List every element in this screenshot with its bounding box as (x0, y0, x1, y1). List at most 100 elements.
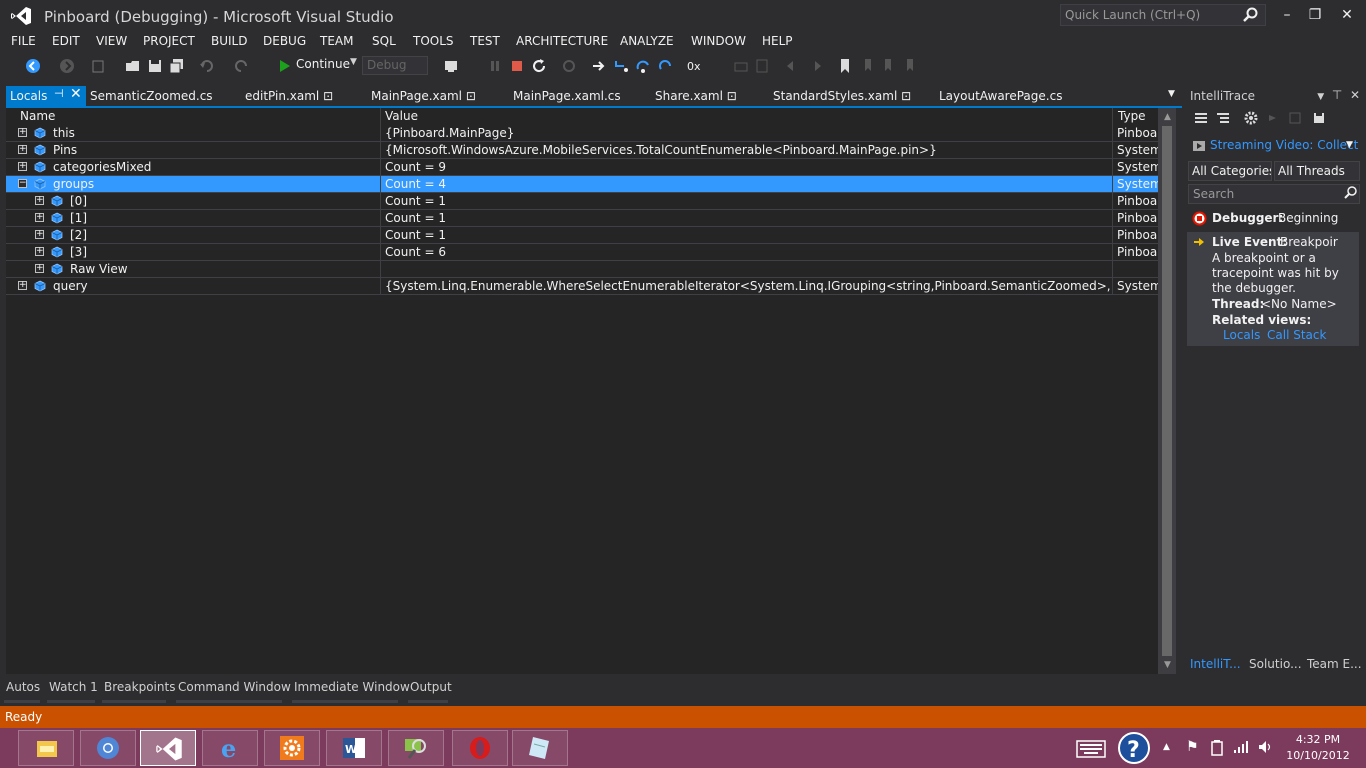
locals-row[interactable]: + categoriesMixed Count = 9 System.Collecti… (6, 159, 1164, 176)
menu-build[interactable]: BUILD (211, 34, 247, 48)
battery-icon[interactable] (1210, 740, 1224, 756)
scrollbar-thumb[interactable] (1162, 126, 1172, 656)
column-header-value[interactable]: Value (385, 109, 418, 123)
restart-icon[interactable] (530, 57, 548, 75)
intellitrace-search-input[interactable]: Search (1188, 184, 1360, 204)
variable-value[interactable]: {System.Linq.Enumerable.WhereSelectEnume… (385, 279, 1111, 293)
undo-icon[interactable] (198, 57, 216, 75)
scroll-up-icon[interactable]: ▲ (1164, 112, 1171, 122)
locals-row[interactable]: + [0] Count = 1 Pinboard.SemanticZoomed (6, 193, 1164, 210)
step-over-icon[interactable] (634, 57, 652, 75)
tab-command-window[interactable]: Command Window (178, 680, 291, 694)
column-header-name[interactable]: Name (20, 109, 55, 123)
prev-bookmark-icon[interactable] (858, 57, 876, 75)
expand-icon[interactable]: + (35, 196, 44, 205)
variable-value[interactable]: Count = 6 (385, 245, 1111, 259)
tab-immediate-window[interactable]: Immediate Window (294, 680, 410, 694)
navigate-forward-icon[interactable] (58, 57, 76, 75)
tab-editpin-xaml[interactable]: editPin.xaml ⊡ (241, 86, 367, 106)
menu-view[interactable]: VIEW (96, 34, 127, 48)
tab-solution-explorer[interactable]: Solutio... (1249, 657, 1302, 671)
gear-icon[interactable] (1244, 111, 1258, 125)
keyboard-icon[interactable] (1076, 740, 1106, 758)
tab-watch-1[interactable]: Watch 1 (49, 680, 98, 694)
comment-icon[interactable] (784, 57, 802, 75)
menu-edit[interactable]: EDIT (52, 34, 80, 48)
expand-icon[interactable]: + (35, 247, 44, 256)
scroll-down-icon[interactable]: ▼ (1164, 660, 1171, 670)
stack-icon[interactable] (754, 57, 772, 75)
expand-icon[interactable]: + (35, 230, 44, 239)
tab-semanticzoomed-cs[interactable]: SemanticZoomed.cs (86, 86, 241, 106)
redo-icon[interactable] (232, 57, 250, 75)
forward-icon[interactable] (1266, 111, 1280, 125)
show-next-statement-icon[interactable] (560, 57, 578, 75)
pin-icon[interactable]: ⊤ (1328, 88, 1346, 102)
locals-row[interactable]: + query {System.Linq.Enumerable.WhereSelec… (6, 278, 1164, 295)
menu-team[interactable]: TEAM (320, 34, 353, 48)
live-event-item[interactable]: Live Event: Breakpoir A breakpoint or a … (1187, 232, 1359, 346)
quick-launch-input[interactable]: Quick Launch (Ctrl+Q) (1060, 4, 1266, 26)
tab-team-explorer[interactable]: Team E... (1307, 657, 1362, 671)
menu-tools[interactable]: TOOLS (413, 34, 454, 48)
step-arrow-icon[interactable] (590, 57, 608, 75)
menu-architecture[interactable]: ARCHITECTURE (516, 34, 608, 48)
variable-value[interactable]: Count = 1 (385, 211, 1111, 225)
menu-project[interactable]: PROJECT (143, 34, 195, 48)
variable-value[interactable]: {Pinboard.MainPage} (385, 126, 1111, 140)
navigate-back-icon[interactable] (24, 57, 42, 75)
dropdown-icon[interactable]: ▼ (1317, 92, 1324, 102)
file-explorer-taskbar-button[interactable] (18, 730, 74, 766)
variable-value[interactable]: Count = 1 (385, 194, 1111, 208)
call-stack-link[interactable]: Call Stack (1267, 328, 1326, 342)
tab-locals[interactable]: Locals ⊣ ✕ (6, 86, 86, 106)
variable-value[interactable]: {Microsoft.WindowsAzure.MobileServices.T… (385, 143, 1111, 157)
locals-link[interactable]: Locals (1223, 328, 1260, 342)
step-into-icon[interactable] (612, 57, 630, 75)
threads-select[interactable]: All Threads (1274, 161, 1360, 181)
locals-row[interactable]: + [3] Count = 6 Pinboard.SemanticZoomed (6, 244, 1164, 261)
expand-icon[interactable]: + (18, 281, 27, 290)
attach-process-icon[interactable] (442, 57, 460, 75)
next-bookmark-icon[interactable] (880, 57, 898, 75)
stream-dropdown-icon[interactable]: ▼ (1346, 140, 1353, 150)
snipping-tool-taskbar-button[interactable] (388, 730, 444, 766)
tab-autos[interactable]: Autos (6, 680, 40, 694)
locals-row[interactable]: + this {Pinboard.MainPage} Pinboard.MainPag… (6, 125, 1164, 142)
step-out-icon[interactable] (656, 57, 674, 75)
tab-share-xaml[interactable]: Share.xaml ⊡ (651, 86, 769, 106)
tab-mainpage-xaml[interactable]: MainPage.xaml ⊡ (367, 86, 509, 106)
tab-output[interactable]: Output (410, 680, 452, 694)
restore-icon[interactable]: ❐ (1300, 4, 1330, 26)
stop-debugging-icon[interactable] (508, 57, 526, 75)
close-icon[interactable]: ✕ (70, 86, 82, 102)
flag-icon[interactable]: ⚑ (1186, 739, 1199, 755)
column-header-type[interactable]: Type (1118, 109, 1146, 123)
show-hidden-icons-icon[interactable]: ▲ (1163, 742, 1170, 752)
new-project-icon[interactable] (90, 57, 108, 75)
help-icon[interactable]: ? (1118, 732, 1150, 764)
hex-display-icon[interactable]: 0x (686, 57, 704, 75)
settings-taskbar-button[interactable] (264, 730, 320, 766)
minimize-icon[interactable]: – (1272, 4, 1302, 26)
bookmark-icon[interactable] (836, 57, 854, 75)
menu-test[interactable]: TEST (470, 34, 500, 48)
expand-icon[interactable]: + (18, 128, 27, 137)
configuration-select[interactable]: Debug (362, 56, 428, 75)
collapse-icon[interactable]: − (18, 179, 27, 188)
streaming-video-link[interactable]: Streaming Video: Collect (1210, 138, 1358, 152)
locals-row[interactable]: + [1] Count = 1 Pinboard.SemanticZoomed (6, 210, 1164, 227)
pin-icon[interactable]: ⊣ (54, 87, 64, 100)
opera-taskbar-button[interactable] (452, 730, 508, 766)
search-icon[interactable] (1344, 186, 1358, 200)
word-taskbar-button[interactable]: W (326, 730, 382, 766)
uncomment-icon[interactable] (806, 57, 824, 75)
chrome-taskbar-button[interactable] (80, 730, 136, 766)
close-icon[interactable]: ✕ (1350, 88, 1360, 102)
clear-bookmarks-icon[interactable] (902, 57, 920, 75)
menu-help[interactable]: HELP (762, 34, 793, 48)
save-icon[interactable] (146, 57, 164, 75)
continue-dropdown-icon[interactable]: ▼ (350, 57, 357, 67)
menu-window[interactable]: WINDOW (691, 34, 746, 48)
locals-row[interactable]: + Pins {Microsoft.WindowsAzure.MobileServi… (6, 142, 1164, 159)
